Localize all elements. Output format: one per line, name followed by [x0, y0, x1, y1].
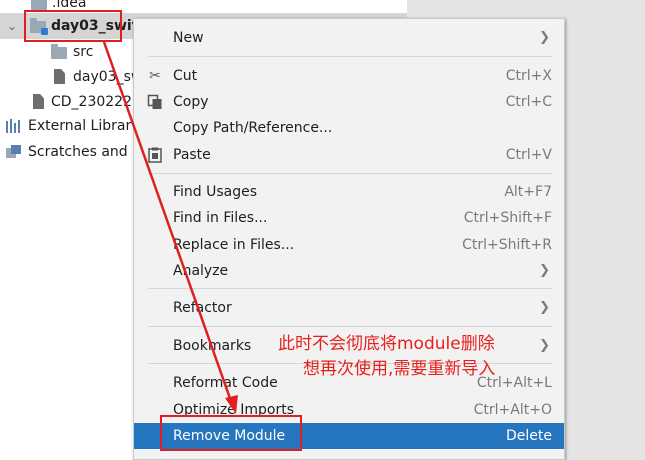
menu-item-label: Analyze — [173, 263, 229, 279]
menu-item-copy[interactable]: Copy Ctrl+C — [134, 89, 564, 115]
menu-item-label: New — [173, 30, 204, 46]
chevron-right-icon: ❯ — [539, 30, 550, 45]
chevron-right-icon: ❯ — [539, 300, 550, 315]
menu-separator — [148, 326, 552, 327]
menu-item-label: Reformat Code — [173, 375, 278, 391]
tree-item-label: External Librar — [28, 118, 132, 134]
shortcut-label: Ctrl+Shift+F — [463, 210, 552, 226]
menu-item-replace-in-files[interactable]: Replace in Files... Ctrl+Shift+R — [134, 232, 564, 258]
chevron-right-icon: ❯ — [539, 263, 550, 278]
tree-item-label: src — [73, 44, 94, 60]
file-icon — [54, 69, 65, 84]
folder-icon — [31, 0, 47, 10]
menu-item-label: Bookmarks — [173, 338, 252, 354]
chevron-down-icon[interactable]: ⌄ — [7, 13, 17, 39]
menu-item-label: Replace in Files... — [173, 237, 295, 253]
folder-icon — [51, 44, 67, 59]
menu-item-find-in-files[interactable]: Find in Files... Ctrl+Shift+F — [134, 205, 564, 231]
menu-separator — [148, 173, 552, 174]
copy-icon — [147, 94, 162, 109]
menu-item-paste[interactable]: Paste Ctrl+V — [134, 142, 564, 168]
tree-item-label: day03_sw — [73, 69, 143, 85]
menu-item-label: Cut — [173, 68, 198, 84]
annotation-text-line2: 想再次使用,需要重新导入 — [303, 359, 496, 379]
shortcut-label: Alt+F7 — [504, 184, 552, 200]
annotation-text-line1: 此时不会彻底将module删除 — [278, 334, 495, 354]
tree-item-label: CD_230222 — [51, 94, 132, 110]
menu-item-new[interactable]: New ❯ — [134, 25, 564, 51]
menu-item-label: Refactor — [173, 300, 232, 316]
menu-item-refactor[interactable]: Refactor ❯ — [134, 295, 564, 321]
library-icon — [6, 119, 20, 133]
menu-separator — [148, 56, 552, 57]
shortcut-label: Ctrl+C — [505, 94, 552, 110]
menu-item-label: Copy Path/Reference... — [173, 120, 333, 136]
menu-item-label: Paste — [173, 147, 211, 163]
scissors-icon: ✂ — [149, 68, 161, 84]
menu-item-label: Find in Files... — [173, 210, 268, 226]
shortcut-label: Ctrl+X — [505, 68, 552, 84]
file-icon — [33, 94, 44, 109]
menu-item-label: Copy — [173, 94, 209, 110]
menu-item-find-usages[interactable]: Find Usages Alt+F7 — [134, 179, 564, 205]
highlight-box-project — [24, 10, 122, 42]
menu-item-label: Find Usages — [173, 184, 258, 200]
menu-item-analyze[interactable]: Analyze ❯ — [134, 258, 564, 284]
shortcut-label: Ctrl+Alt+O — [473, 402, 552, 418]
menu-item-cut[interactable]: ✂ Cut Ctrl+X — [134, 63, 564, 89]
menu-item-copy-path[interactable]: Copy Path/Reference... — [134, 115, 564, 141]
menu-separator — [148, 288, 552, 289]
tree-item-label: Scratches and — [28, 144, 128, 160]
paste-icon — [148, 147, 162, 163]
shortcut-label: Ctrl+V — [505, 147, 552, 163]
chevron-right-icon: ❯ — [539, 338, 550, 353]
shortcut-label: Delete — [506, 428, 552, 444]
shortcut-label: Ctrl+Shift+R — [462, 237, 552, 253]
highlight-box-remove-module — [160, 415, 302, 451]
context-menu: New ❯ ✂ Cut Ctrl+X Copy Ctrl+C Copy Path… — [133, 18, 565, 460]
scratches-icon — [6, 145, 21, 158]
